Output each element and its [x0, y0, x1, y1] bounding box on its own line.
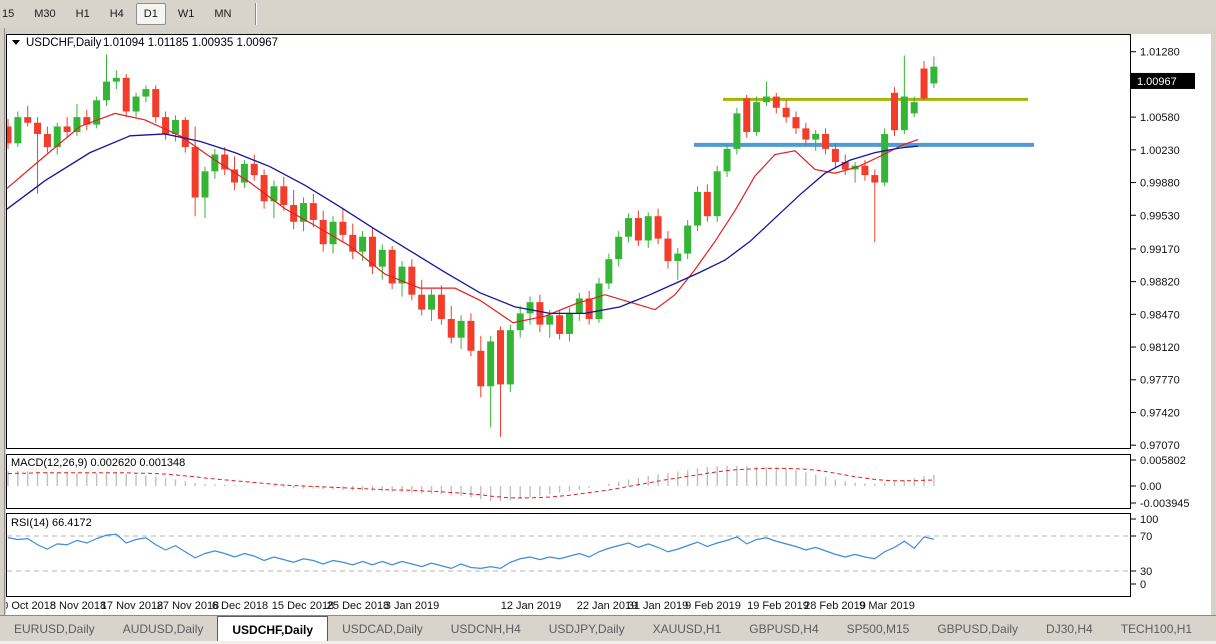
toolbar-separator [255, 3, 257, 25]
date-axis-label: 28 Feb 2019 [804, 600, 866, 612]
tab-usdcad-daily[interactable]: USDCAD,Daily [328, 616, 437, 642]
timeframe-button-D1[interactable]: D1 [136, 3, 166, 25]
price-axis-label: 0.97420 [1140, 407, 1180, 419]
date-axis-label: 6 Dec 2018 [212, 600, 268, 612]
price-axis-label: 1.00230 [1140, 145, 1180, 157]
macd-axis-label: 0.00 [1140, 481, 1161, 493]
tab-gbpusd-daily[interactable]: GBPUSD,Daily [923, 616, 1032, 642]
price-axis-label: 0.99530 [1140, 210, 1180, 222]
price-axis-label: 0.98470 [1140, 309, 1180, 321]
tab-dj30-h4[interactable]: DJ30,H4 [1032, 616, 1107, 642]
price-axis-label: 0.97770 [1140, 375, 1180, 387]
macd-title: MACD(12,26,9) 0.002620 0.001348 [11, 457, 185, 469]
price-axis-label: 1.00580 [1140, 112, 1180, 124]
price-axis-label: 0.99170 [1140, 244, 1180, 256]
timeframe-button-M30[interactable]: M30 [26, 3, 63, 25]
macd-axis-label: -0.003945 [1140, 498, 1190, 510]
macd-axis-label: 0.005802 [1140, 455, 1186, 467]
date-axis-label: 9 Mar 2019 [859, 600, 915, 612]
date-axis-label: 30 Oct 2018 [0, 600, 56, 612]
date-axis-label: 8 Nov 2018 [50, 600, 106, 612]
tab-eurusd-daily[interactable]: EURUSD,Daily [0, 616, 109, 642]
chart-symbol-title: USDCHF,Daily [26, 37, 102, 49]
tab-gbpusd-h4[interactable]: GBPUSD,H4 [735, 616, 832, 642]
rsi-axis-label: 0 [1140, 579, 1146, 591]
date-axis-label: 3 Jan 2019 [385, 600, 439, 612]
window-left-edge [0, 28, 6, 615]
price-axis-label: 0.98120 [1140, 342, 1180, 354]
chart-background [6, 34, 1211, 597]
tab-sp500-m15[interactable]: SP500,M15 [833, 616, 924, 642]
date-axis-label: 25 Dec 2018 [327, 600, 389, 612]
current-price-tag-text: 1.00967 [1137, 76, 1177, 88]
date-axis-label: 15 Dec 2018 [272, 600, 334, 612]
timeframe-button-15[interactable]: 15 [0, 3, 22, 25]
price-axis-label: 0.98820 [1140, 277, 1180, 289]
price-axis-label: 1.01280 [1140, 47, 1180, 59]
date-axis-label: 9 Feb 2019 [685, 600, 741, 612]
tab-ukc[interactable]: UKC [1206, 616, 1216, 642]
rsi-title: RSI(14) 66.4172 [11, 517, 92, 529]
timeframe-button-W1[interactable]: W1 [170, 3, 203, 25]
tab-audusd-daily[interactable]: AUDUSD,Daily [109, 616, 218, 642]
price-axis-label: 0.99880 [1140, 178, 1180, 190]
rsi-axis-label: 30 [1140, 566, 1152, 578]
date-axis-label: 17 Nov 2018 [101, 600, 163, 612]
timeframe-button-H4[interactable]: H4 [102, 3, 132, 25]
rsi-axis-label: 70 [1140, 531, 1152, 543]
tab-usdchf-daily[interactable]: USDCHF,Daily [217, 616, 328, 642]
chart-tabs-bar: EURUSD,DailyAUDUSD,DailyUSDCHF,DailyUSDC… [0, 615, 1216, 642]
window-right-edge [1211, 28, 1216, 615]
tab-tech100-h1[interactable]: TECH100,H1 [1107, 616, 1206, 642]
date-axis-label: 27 Nov 2018 [157, 600, 219, 612]
tab-usdjpy-daily[interactable]: USDJPY,Daily [535, 616, 639, 642]
chart-ohlc-values: 1.01094 1.01185 1.00935 1.00967 [103, 37, 278, 49]
tab-usdcnh-h4[interactable]: USDCNH,H4 [437, 616, 535, 642]
terminal-window: 15M30H1H4D1W1MN 1.01280 1.00580 1.00230 0.9… [0, 0, 1216, 644]
date-axis-label: 31 Jan 2019 [628, 600, 689, 612]
rsi-axis-label: 100 [1140, 514, 1158, 526]
price-axis-label: 0.97070 [1140, 440, 1180, 452]
timeframe-button-H1[interactable]: H1 [68, 3, 98, 25]
tab-xauusd-h1[interactable]: XAUUSD,H1 [639, 616, 736, 642]
chart-workspace[interactable]: 1.01280 1.00580 1.00230 0.99880 0.99530 0.991… [0, 28, 1216, 615]
date-axis-label: 12 Jan 2019 [501, 600, 562, 612]
date-axis-label: 19 Feb 2019 [747, 600, 809, 612]
timeframe-button-MN[interactable]: MN [206, 3, 239, 25]
timeframe-toolbar: 15M30H1H4D1W1MN [0, 0, 1216, 29]
